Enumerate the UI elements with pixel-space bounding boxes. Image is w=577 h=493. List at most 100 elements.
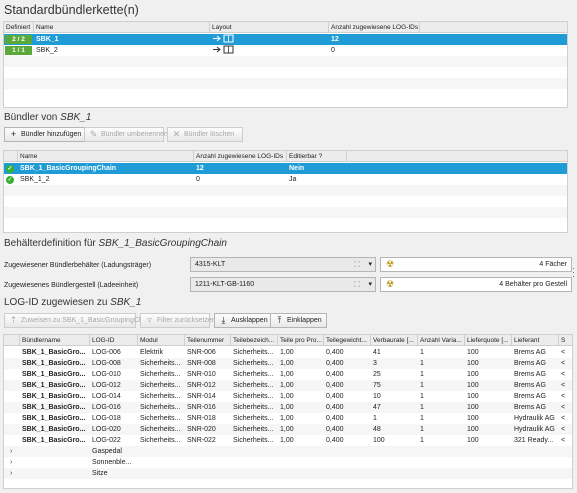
logid-row[interactable]: SBK_1_BasicGro... LOG-022 Sicherheits... SN… bbox=[4, 435, 572, 446]
column-header-editable[interactable]: Editierbar ? bbox=[287, 151, 347, 162]
column-header-name[interactable]: Name bbox=[18, 151, 194, 162]
variants-value: 1 bbox=[420, 382, 424, 389]
rename-bundler-button[interactable]: ✎ Bündler umbenennen bbox=[84, 127, 168, 142]
group-name: Sitze bbox=[92, 470, 108, 477]
logid-row[interactable]: SBK_1_BasicGro... LOG-016 Sicherheits... SN… bbox=[4, 402, 572, 413]
reset-filter-button[interactable]: ▿ Filter zurücksetzen bbox=[140, 313, 216, 328]
logid-row[interactable]: SBK_1_BasicGro... LOG-018 Sicherheits... SN… bbox=[4, 413, 572, 424]
weight-value: 0,400 bbox=[326, 393, 344, 400]
carrier-quantity-field[interactable]: ☢ 4 Fächer bbox=[380, 257, 572, 272]
column-header-defined[interactable]: Definiert bbox=[4, 22, 34, 33]
logid-row[interactable]: SBK_1_BasicGro... LOG-012 Sicherheits... SN… bbox=[4, 380, 572, 391]
column-header-variants[interactable]: Anzahl Varia... bbox=[418, 335, 465, 346]
column-header-name[interactable]: Name bbox=[34, 22, 210, 33]
per-pro-value: 1,00 bbox=[280, 404, 294, 411]
assign-logid-button[interactable]: ⇡ Zuweisen zu SBK_1_BasicGroupingChain bbox=[4, 313, 152, 328]
bundler-name: SBK_1_BasicGro... bbox=[22, 371, 86, 378]
column-header-per-pro[interactable]: Teile pro Pro... bbox=[278, 335, 324, 346]
quota-value: 100 bbox=[467, 371, 479, 378]
logid-row[interactable]: SBK_1_BasicGro... LOG-014 Sicherheits... SN… bbox=[4, 391, 572, 402]
logid-row[interactable]: SBK_1_BasicGro... LOG-006 Elektrik SNR-006 S… bbox=[4, 347, 572, 358]
group-row[interactable]: › Sitze bbox=[4, 468, 572, 479]
quota-value: 100 bbox=[467, 360, 479, 367]
column-header-supplier[interactable]: Lieferant bbox=[512, 335, 559, 346]
supplier-value: Brems AG bbox=[514, 360, 546, 367]
chevron-right-icon[interactable]: › bbox=[8, 468, 18, 479]
module-value: Sicherheits... bbox=[140, 404, 181, 411]
expand-button[interactable]: ⤓ Ausklappen bbox=[214, 313, 273, 328]
empty-row bbox=[4, 78, 567, 89]
logid-row[interactable]: SBK_1_BasicGro... LOG-010 Sicherheits... SN… bbox=[4, 369, 572, 380]
quota-value: 100 bbox=[467, 393, 479, 400]
column-header-status[interactable] bbox=[4, 151, 18, 162]
add-bundler-button[interactable]: + Bündler hinzufügen bbox=[4, 127, 87, 142]
column-header-bundler[interactable]: Bündlername bbox=[20, 335, 90, 346]
chain-grid[interactable]: Definiert Name Layout Anzahl zugewiesene… bbox=[3, 21, 568, 108]
assign-logid-label: Zuweisen zu SBK_1_BasicGroupingChain bbox=[21, 317, 153, 324]
empty-row bbox=[4, 67, 567, 78]
logid-grid[interactable]: Bündlername LOG-ID Modul Teilenummer Tei… bbox=[3, 334, 573, 489]
collapse-button[interactable]: ⤒ Einklappen bbox=[270, 313, 327, 328]
container-title-prefix: Behälterdefinition für bbox=[4, 238, 96, 249]
rack-quantity-field[interactable]: ☢ 4 Behälter pro Gestell bbox=[380, 277, 572, 292]
rename-bundler-label: Bündler umbenennen bbox=[101, 131, 168, 138]
column-header-part-number[interactable]: Teilenummer bbox=[185, 335, 231, 346]
group-row[interactable]: › Gaspedal bbox=[4, 446, 572, 457]
bundler-editable: Nein bbox=[289, 165, 305, 172]
quota-value: 100 bbox=[467, 415, 479, 422]
group-name: Sonnenble... bbox=[92, 459, 132, 466]
column-header-module[interactable]: Modul bbox=[138, 335, 185, 346]
module-value: Sicherheits... bbox=[140, 371, 181, 378]
column-header-weight[interactable]: Teilegewicht... bbox=[324, 335, 371, 346]
chevron-right-icon[interactable]: › bbox=[8, 457, 18, 468]
chevron-down-icon[interactable]: ▾ bbox=[368, 278, 372, 291]
bundler-row[interactable]: ✓ SBK_1_BasicGroupingChain 12 Nein bbox=[4, 163, 567, 174]
weight-value: 0,400 bbox=[326, 360, 344, 367]
chain-name: SBK_2 bbox=[36, 47, 58, 54]
rate-value: 48 bbox=[373, 426, 381, 433]
bundler-grid[interactable]: Name Anzahl zugewiesene LOG-IDs Editierb… bbox=[3, 150, 568, 233]
chain-name: SBK_1 bbox=[36, 36, 59, 43]
bundler-name: SBK_1_BasicGro... bbox=[22, 382, 86, 389]
chain-row[interactable]: 2 / 2 SBK_1 12 bbox=[4, 34, 567, 45]
column-header-s[interactable]: S bbox=[559, 335, 572, 346]
quota-value: 100 bbox=[467, 404, 479, 411]
chain-row[interactable]: 1 / 1 SBK_2 0 bbox=[4, 45, 567, 56]
part-desc-value: Sicherheits... bbox=[233, 393, 274, 400]
delete-bundler-button[interactable]: ✕ Bündler löschen bbox=[167, 127, 243, 142]
logid-row[interactable]: SBK_1_BasicGro... LOG-008 Sicherheits... SN… bbox=[4, 358, 572, 369]
more-options-icon[interactable]: · · · bbox=[572, 264, 576, 281]
weight-value: 0,400 bbox=[326, 415, 344, 422]
logid-row[interactable]: SBK_1_BasicGro... LOG-020 Sicherheits... SN… bbox=[4, 424, 572, 435]
group-row[interactable]: › Sonnenble... bbox=[4, 457, 572, 468]
carrier-select[interactable]: 4315-KLT ⛶ ▾ bbox=[190, 257, 376, 272]
empty-row bbox=[4, 56, 567, 67]
column-header-count[interactable]: Anzahl zugewiesene LOG-IDs bbox=[194, 151, 287, 162]
carrier-quantity-value: 4 Fächer bbox=[539, 261, 567, 268]
column-header-quota[interactable]: Lieferquote [... bbox=[465, 335, 512, 346]
logid-value: LOG-016 bbox=[92, 404, 121, 411]
module-value: Sicherheits... bbox=[140, 415, 181, 422]
logid-value: LOG-010 bbox=[92, 371, 121, 378]
column-header-logid[interactable]: LOG-ID bbox=[90, 335, 138, 346]
part-desc-value: Sicherheits... bbox=[233, 404, 274, 411]
column-header-part-desc[interactable]: Teilebezeich... bbox=[231, 335, 278, 346]
carrier-label: Zugewiesener Bündlerbehälter (Ladungsträ… bbox=[4, 262, 152, 269]
group-name: Gaspedal bbox=[92, 448, 122, 455]
quota-value: 100 bbox=[467, 349, 479, 356]
column-header-layout[interactable]: Layout bbox=[210, 22, 329, 33]
container-section-title: Behälterdefinition für SBK_1_BasicGroupi… bbox=[4, 238, 227, 249]
s-value: < bbox=[561, 426, 566, 433]
rack-select[interactable]: 1211-KLT-GB-1160 ⛶ ▾ bbox=[190, 277, 376, 292]
column-header-count[interactable]: Anzahl zugewiesene LOG-IDs bbox=[329, 22, 420, 33]
column-header-rate[interactable]: Verbaurate [... bbox=[371, 335, 418, 346]
s-value: < bbox=[561, 349, 566, 356]
chevron-right-icon[interactable]: › bbox=[8, 446, 18, 457]
bundler-name: SBK_1_BasicGro... bbox=[22, 415, 86, 422]
part-desc-value: Sicherheits... bbox=[233, 382, 274, 389]
column-header-expander[interactable] bbox=[4, 335, 20, 346]
logid-value: LOG-014 bbox=[92, 393, 121, 400]
check-circle-icon: ✓ bbox=[6, 164, 14, 173]
chevron-down-icon[interactable]: ▾ bbox=[368, 258, 372, 271]
bundler-row[interactable]: ✓ SBK_1_2 0 Ja bbox=[4, 174, 567, 185]
